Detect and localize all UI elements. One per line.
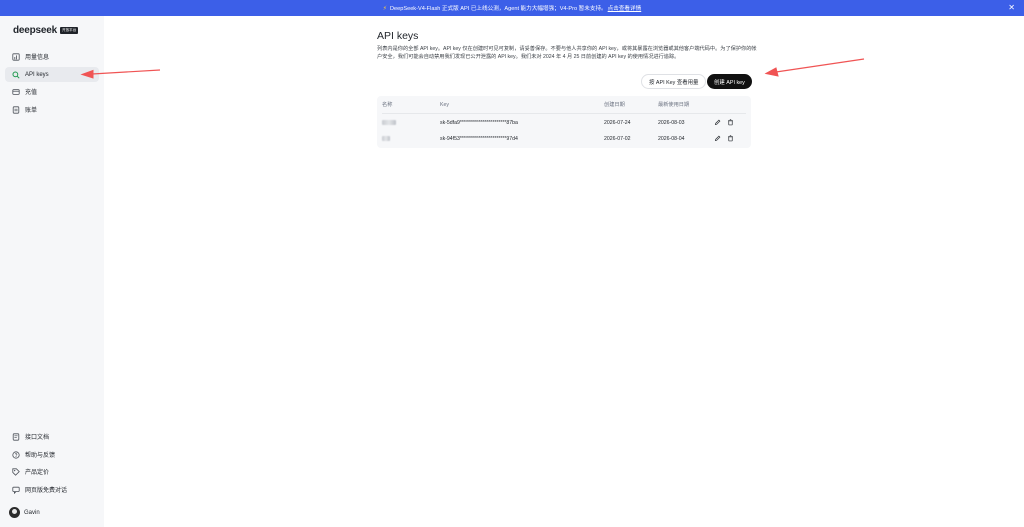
chat-icon xyxy=(11,485,20,494)
bill-icon xyxy=(11,105,20,114)
row-actions xyxy=(714,115,734,130)
brand-name: deepseek xyxy=(13,25,57,36)
table-row: sk-5dfa9***********************87ba 2026… xyxy=(377,115,751,130)
sidebar-item-label: 产品定价 xyxy=(25,470,50,476)
sidebar-item-label: API keys xyxy=(25,71,49,78)
edit-icon[interactable] xyxy=(714,135,721,142)
column-header-key: Key xyxy=(440,101,449,108)
key-name-redacted xyxy=(382,115,396,130)
create-api-key-button[interactable]: 创建 API key xyxy=(707,74,752,89)
sidebar-item-label: 用量信息 xyxy=(25,55,50,61)
doc-icon xyxy=(11,432,20,441)
brand-logo[interactable]: deepseek 开放平台 xyxy=(13,25,79,36)
sidebar: deepseek 开放平台 用量信息 API keys 充值 账单 接口文档 帮… xyxy=(0,16,104,527)
sidebar-item-label: 账单 xyxy=(25,108,38,114)
sidebar-item-label: 网页版免费对话 xyxy=(25,488,68,494)
user-name: Gavin xyxy=(24,509,40,516)
key-value: sk-5dfa9***********************87ba xyxy=(440,119,518,126)
table-row: sk-94f53***********************97d4 2026… xyxy=(377,131,751,146)
page-description: 列表内是你的全部 API key。API key 仅在创建时可见可复制，请妥善保… xyxy=(377,46,757,60)
sidebar-item-label: 充值 xyxy=(25,90,38,96)
sidebar-item-api-keys[interactable]: API keys xyxy=(5,67,99,82)
column-header-created: 创建日期 xyxy=(604,102,625,108)
sidebar-item-bills[interactable]: 账单 xyxy=(5,102,99,117)
key-created-date: 2026-07-24 xyxy=(604,119,631,126)
page-title: API keys xyxy=(377,30,419,42)
wallet-icon xyxy=(11,87,20,96)
bolt-icon: ⚡ xyxy=(382,5,387,12)
row-actions xyxy=(714,131,734,146)
column-header-name: 名称 xyxy=(382,102,393,108)
search-icon xyxy=(11,70,20,79)
trash-icon[interactable] xyxy=(727,119,734,126)
banner-text: DeepSeek-V4-Flash 正式版 API 已上线公测，Agent 能力… xyxy=(389,6,607,12)
sidebar-item-recharge[interactable]: 充值 xyxy=(5,84,99,99)
column-header-last-used: 最新使用日期 xyxy=(658,102,690,108)
key-created-date: 2026-07-02 xyxy=(604,135,631,142)
edit-icon[interactable] xyxy=(714,119,721,126)
sidebar-item-pricing[interactable]: 产品定价 xyxy=(5,464,99,479)
chart-icon xyxy=(11,52,20,61)
api-keys-table: 名称 Key 创建日期 最新使用日期 sk-5dfa9*************… xyxy=(377,96,751,148)
sidebar-item-usage[interactable]: 用量信息 xyxy=(5,49,99,64)
sidebar-item-help[interactable]: 帮助与反馈 xyxy=(5,447,99,462)
sidebar-item-label: 帮助与反馈 xyxy=(25,453,56,459)
tag-icon xyxy=(11,467,20,476)
sidebar-item-label: 接口文档 xyxy=(25,435,50,441)
key-value: sk-94f53***********************97d4 xyxy=(440,135,518,142)
sidebar-item-docs[interactable]: 接口文档 xyxy=(5,429,99,444)
sidebar-item-chat[interactable]: 网页版免费对话 xyxy=(5,482,99,497)
annotation-arrow-create-button xyxy=(764,58,865,77)
table-divider xyxy=(382,113,746,114)
key-last-used-date: 2026-08-03 xyxy=(658,119,685,126)
help-icon xyxy=(11,450,20,459)
user-profile[interactable]: Gavin xyxy=(9,507,40,518)
close-icon[interactable]: ✕ xyxy=(1008,4,1015,12)
annotation-arrows xyxy=(80,58,865,79)
key-name-redacted xyxy=(382,131,390,146)
banner-link[interactable]: 点击查看详情 xyxy=(608,4,642,12)
trash-icon[interactable] xyxy=(727,135,734,142)
key-last-used-date: 2026-08-04 xyxy=(658,135,685,142)
brand-badge: 开放平台 xyxy=(60,27,79,34)
announcement-banner: ⚡ DeepSeek-V4-Flash 正式版 API 已上线公测，Agent … xyxy=(0,0,1024,16)
avatar xyxy=(9,507,20,518)
table-header: 名称 Key 创建日期 最新使用日期 xyxy=(377,97,751,112)
usage-by-key-button[interactable]: 按 API Key 查看用量 xyxy=(641,74,707,89)
